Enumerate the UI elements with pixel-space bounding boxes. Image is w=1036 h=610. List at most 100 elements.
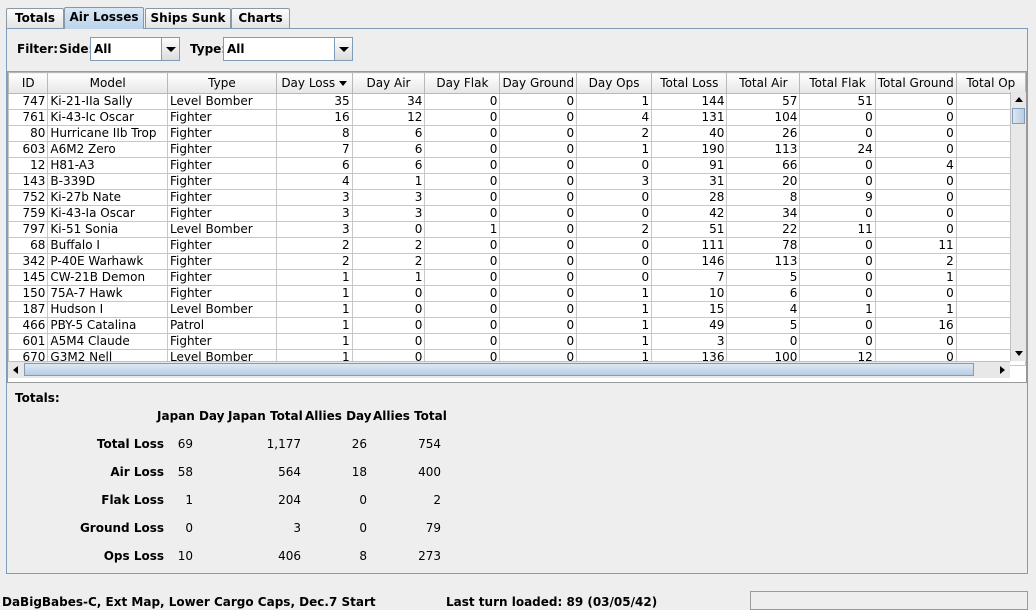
air-losses-table: ID Model Type Day Loss Day Air Day Flak Day Gr…: [7, 71, 1027, 383]
table-cell: 6: [351, 157, 426, 174]
table-cell: 0: [499, 109, 578, 126]
totals-value: 18: [351, 465, 367, 479]
tab-totals[interactable]: Totals: [6, 8, 64, 28]
column-header[interactable]: Total Ground: [874, 72, 957, 94]
totals-value: 8: [359, 549, 367, 563]
column-header[interactable]: Total Air: [726, 72, 801, 94]
table-row[interactable]: 752 Ki-27b Nate Fighter 3 3 0 0 0 28 8 9 0: [8, 189, 1026, 206]
table-row[interactable]: 603 A6M2 Zero Fighter 7 6 0 0 1 190 113 24 0: [8, 141, 1026, 158]
table-cell: 4: [275, 173, 353, 190]
table-row[interactable]: 601 A5M4 Claude Fighter 1 0 0 0 1 3 0 0 0: [8, 333, 1026, 350]
table-row[interactable]: 187 Hudson I Level Bomber 1 0 0 0 1 15 4 1 1: [8, 301, 1026, 318]
column-header-label: Total Air: [739, 76, 788, 90]
vertical-scrollbar[interactable]: [1010, 92, 1026, 361]
arrow-left-icon: [13, 366, 18, 374]
vertical-scroll-thumb[interactable]: [1012, 108, 1025, 124]
totals-value: 406: [278, 549, 301, 563]
totals-value: 10: [177, 549, 193, 563]
tab-charts[interactable]: Charts: [231, 8, 290, 28]
type-combo-value: All: [227, 42, 245, 56]
table-cell: 11: [799, 221, 876, 238]
arrow-up-icon: [1015, 97, 1023, 102]
column-header[interactable]: Model: [47, 72, 168, 94]
table-cell: 0: [351, 317, 426, 334]
column-header[interactable]: Day Air: [351, 72, 426, 94]
column-header-label: Day Air: [366, 76, 411, 90]
column-header[interactable]: Day Ops: [576, 72, 653, 94]
table-cell: A6M2 Zero: [47, 141, 168, 158]
tab-air-losses[interactable]: Air Losses: [64, 7, 144, 29]
totals-header-allies-day: Allies Day: [305, 409, 372, 423]
table-cell: 0: [424, 93, 501, 110]
table-row[interactable]: 143 B-339D Fighter 4 1 0 0 3 31 20 0 0: [8, 173, 1026, 190]
table-cell: Fighter: [166, 157, 277, 174]
table-cell: 1: [576, 317, 653, 334]
table-cell: 0: [499, 141, 578, 158]
type-label: Type:: [190, 42, 227, 56]
tab-ships-sunk[interactable]: Ships Sunk: [145, 8, 231, 28]
table-row[interactable]: 150 75A-7 Hawk Fighter 1 0 0 0 1 10 6 0 0: [8, 285, 1026, 302]
scroll-right-button[interactable]: [994, 362, 1010, 378]
table-row[interactable]: 466 PBY-5 Catalina Patrol 1 0 0 0 1 49 5 0 16: [8, 317, 1026, 334]
table-cell: 0: [874, 285, 957, 302]
table-cell: 111: [651, 237, 728, 254]
table-cell: 2: [275, 237, 353, 254]
column-header[interactable]: Type: [166, 72, 277, 94]
table-cell: 0: [799, 109, 876, 126]
column-header[interactable]: Total Loss: [651, 72, 728, 94]
column-header-label: Total Loss: [660, 76, 719, 90]
side-combo-dropdown-button[interactable]: [161, 38, 179, 60]
column-header[interactable]: Total Op: [955, 72, 1026, 94]
column-header[interactable]: ID: [8, 72, 49, 94]
table-cell: 1: [424, 221, 501, 238]
table-cell: 187: [8, 301, 49, 318]
table-row[interactable]: 761 Ki-43-Ic Oscar Fighter 16 12 0 0 4 131 104 0 0: [8, 109, 1026, 126]
table-row[interactable]: 759 Ki-43-Ia Oscar Fighter 3 3 0 0 0 42 34 0 0: [8, 205, 1026, 222]
totals-value: 1: [185, 493, 193, 507]
scroll-down-button[interactable]: [1011, 345, 1026, 361]
table-cell: 0: [499, 93, 578, 110]
table-cell: 1: [874, 269, 957, 286]
table-cell: 0: [351, 333, 426, 350]
table-cell: 0: [499, 125, 578, 142]
table-row[interactable]: 68 Buffalo I Fighter 2 2 0 0 0 111 78 0 11: [8, 237, 1026, 254]
side-combo[interactable]: All: [90, 37, 180, 61]
column-header-label: Model: [89, 76, 126, 90]
table-cell: 1: [275, 285, 353, 302]
table-cell: 601: [8, 333, 49, 350]
table-cell: 3: [275, 221, 353, 238]
table-cell: 6: [351, 125, 426, 142]
table-cell: 0: [576, 189, 653, 206]
table-row[interactable]: 12 H81-A3 Fighter 6 6 0 0 0 91 66 0 4: [8, 157, 1026, 174]
column-header[interactable]: Day Loss: [275, 72, 353, 94]
table-cell: 0: [874, 125, 957, 142]
table-cell: 0: [424, 317, 501, 334]
column-header[interactable]: Total Flak: [799, 72, 876, 94]
table-cell: 2: [576, 221, 653, 238]
totals-value: 79: [425, 521, 441, 535]
column-header-label: ID: [21, 76, 35, 90]
scroll-left-button[interactable]: [8, 362, 24, 378]
column-header[interactable]: Day Ground: [499, 72, 578, 94]
table-row[interactable]: 747 Ki-21-IIa Sally Level Bomber 35 34 0 0 1 144…: [8, 93, 1026, 110]
table-row[interactable]: 145 CW-21B Demon Fighter 1 1 0 0 0 7 5 0 1: [8, 269, 1026, 286]
totals-value: 69: [177, 437, 193, 451]
table-cell: 22: [726, 221, 801, 238]
table-cell: 0: [424, 125, 501, 142]
table-cell: 0: [424, 237, 501, 254]
table-cell: 1: [351, 269, 426, 286]
horizontal-scrollbar[interactable]: [8, 361, 1010, 378]
table-cell: 3: [275, 189, 353, 206]
scroll-up-button[interactable]: [1011, 92, 1026, 108]
table-cell: 0: [799, 285, 876, 302]
table-row[interactable]: 342 P-40E Warhawk Fighter 2 2 0 0 0 146 113 0 2: [8, 253, 1026, 270]
horizontal-scroll-thumb[interactable]: [24, 363, 974, 376]
table-cell: 0: [499, 253, 578, 270]
type-combo-dropdown-button[interactable]: [334, 38, 352, 60]
type-combo[interactable]: All: [223, 37, 353, 61]
table-cell: 342: [8, 253, 49, 270]
column-header[interactable]: Day Flak: [424, 72, 501, 94]
table-row[interactable]: 797 Ki-51 Sonia Level Bomber 3 0 1 0 2 51 22 11 0: [8, 221, 1026, 238]
table-cell: 3: [651, 333, 728, 350]
table-row[interactable]: 80 Hurricane IIb Trop Fighter 8 6 0 0 2 40 26 0 0: [8, 125, 1026, 142]
